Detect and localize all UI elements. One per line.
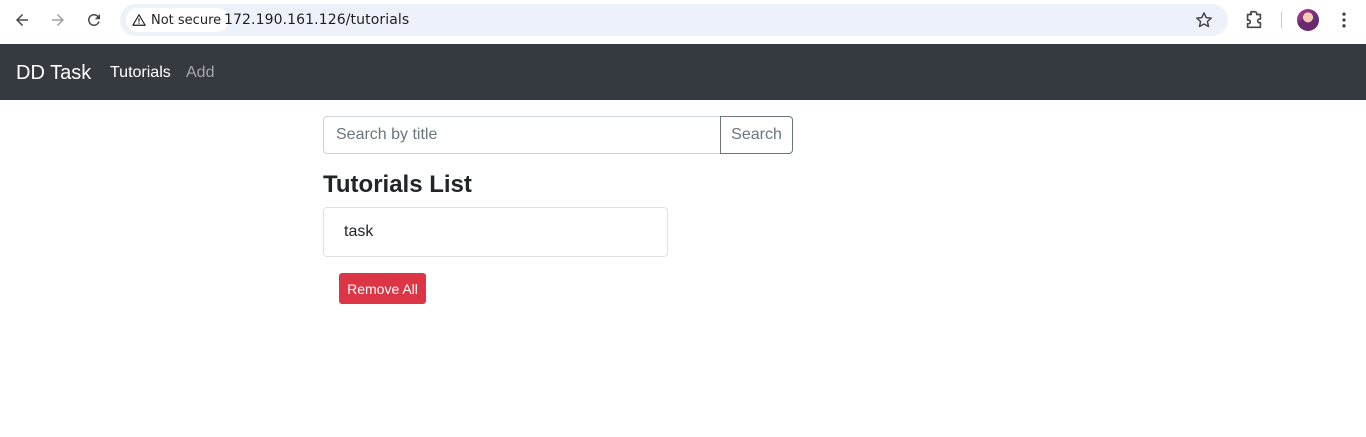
reload-icon [87, 13, 100, 26]
app-navbar: DD Task Tutorials Add [0, 44, 1366, 100]
browser-toolbar: Not secure 172.190.161.126/tutorials [0, 0, 1366, 44]
security-label: Not secure [151, 12, 222, 28]
extensions-icon[interactable] [1243, 9, 1265, 31]
brand-link[interactable]: DD Task [16, 62, 91, 84]
site-info-chip[interactable]: Not secure [126, 8, 230, 32]
remove-all-button[interactable]: Remove All [339, 273, 426, 304]
search-input[interactable] [323, 116, 721, 154]
more-menu-icon[interactable] [1334, 10, 1354, 30]
nav-link-add[interactable]: Add [186, 64, 214, 82]
tutorials-list: task [323, 207, 668, 257]
list-item[interactable]: task [323, 207, 668, 257]
search-button[interactable]: Search [720, 116, 793, 154]
forward-button[interactable] [44, 8, 72, 32]
back-icon [16, 14, 28, 26]
url-text: 172.190.161.126/tutorials [224, 12, 410, 28]
warning-icon [132, 14, 146, 26]
list-title: Tutorials List [323, 171, 472, 198]
forward-icon [52, 14, 64, 26]
back-button[interactable] [8, 8, 36, 32]
bookmark-star-icon[interactable] [1194, 10, 1214, 30]
profile-avatar[interactable] [1297, 9, 1319, 31]
reload-button[interactable] [80, 8, 108, 32]
nav-link-tutorials[interactable]: Tutorials [110, 64, 171, 82]
address-bar[interactable]: Not secure 172.190.161.126/tutorials [120, 4, 1228, 36]
toolbar-separator [1281, 12, 1282, 28]
